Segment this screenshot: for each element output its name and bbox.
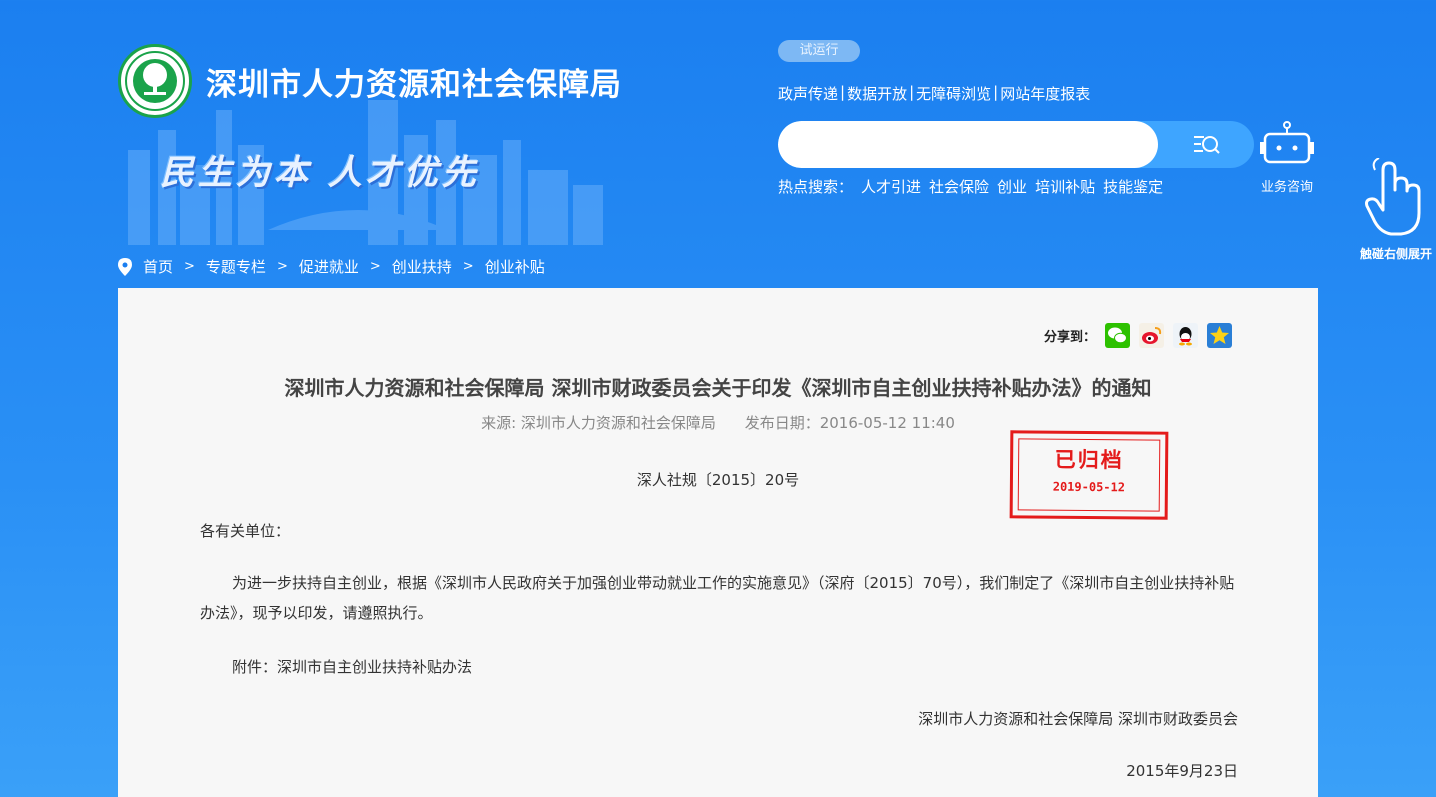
article-meta: 来源: 深圳市人力资源和社会保障局 发布日期：2016-05-12 11:40	[118, 412, 1318, 433]
weibo-icon[interactable]	[1139, 323, 1164, 348]
site-title: 深圳市人力资源和社会保障局	[206, 66, 622, 103]
article-attachment[interactable]: 附件：深圳市自主创业扶持补贴办法	[200, 652, 1238, 682]
side-expand-toggle[interactable]: 触碰右侧展开	[1356, 157, 1436, 262]
site-logo-area[interactable]: 深圳市人力资源和社会保障局	[118, 44, 622, 118]
article-signer: 深圳市人力资源和社会保障局 深圳市财政委员会	[918, 710, 1238, 728]
separator: |	[909, 83, 915, 101]
breadcrumb-arrow: >	[184, 259, 195, 274]
breadcrumb-arrow: >	[462, 259, 474, 274]
separator: |	[840, 83, 846, 101]
search-box	[778, 121, 1254, 168]
breadcrumb-employment[interactable]: 促进就业	[299, 256, 359, 277]
qzone-icon[interactable]	[1207, 323, 1232, 348]
article-source: 来源: 深圳市人力资源和社会保障局	[481, 414, 716, 432]
top-link-policy[interactable]: 政声传递	[778, 83, 838, 104]
share-bar: 分享到：	[1044, 323, 1232, 348]
article-greeting: 各有关单位：	[200, 522, 291, 540]
hand-pointer-icon	[1365, 157, 1421, 236]
article-panel: 分享到： 深圳市人力资源和社会保障局 深圳市财政委员会关于印发《深圳市自主创业扶…	[118, 288, 1318, 797]
breadcrumb-arrow: >	[276, 259, 288, 274]
trial-badge: 试运行	[778, 40, 860, 62]
top-link-open-data[interactable]: 数据开放	[847, 83, 907, 104]
hot-search-startup[interactable]: 创业	[997, 176, 1027, 197]
logo-emblem-icon	[118, 44, 192, 118]
hot-search-insurance[interactable]: 社会保险	[929, 176, 989, 197]
top-link-accessibility[interactable]: 无障碍浏览	[916, 83, 991, 104]
hot-search-label: 热点搜索：	[778, 178, 854, 196]
hot-search-talent[interactable]: 人才引进	[861, 176, 921, 197]
slogan: 民生为本 人才优先	[160, 153, 480, 193]
side-touch-label: 触碰右侧展开	[1359, 247, 1432, 261]
hot-search-training[interactable]: 培训补贴	[1035, 176, 1095, 197]
wechat-icon[interactable]	[1105, 323, 1130, 348]
consult-button[interactable]: 业务咨询	[1255, 120, 1319, 195]
qq-icon[interactable]	[1173, 323, 1198, 348]
article-paragraph: 为进一步扶持自主创业，根据《深圳市人民政府关于加强创业带动就业工作的实施意见》（…	[200, 574, 1235, 622]
share-label: 分享到：	[1043, 330, 1096, 345]
breadcrumb-topics[interactable]: 专题专栏	[206, 256, 266, 277]
breadcrumb-home[interactable]: 首页	[143, 256, 173, 277]
separator: |	[993, 83, 999, 101]
location-pin-icon	[118, 257, 132, 276]
hot-search-skill[interactable]: 技能鉴定	[1103, 176, 1163, 197]
top-links: 政声传递 | 数据开放 | 无障碍浏览 | 网站年度报表	[778, 83, 1090, 104]
breadcrumb-startup-support[interactable]: 创业扶持	[392, 256, 452, 277]
article-title: 深圳市人力资源和社会保障局 深圳市财政委员会关于印发《深圳市自主创业扶持补贴办法…	[284, 376, 1152, 400]
top-link-annual-report[interactable]: 网站年度报表	[1000, 83, 1090, 104]
stamp-title: 已归档	[1054, 447, 1124, 473]
stamp-date: 2019-05-12	[1052, 479, 1126, 495]
consult-label: 业务咨询	[1260, 180, 1313, 195]
robot-icon	[1260, 121, 1314, 164]
breadcrumb-startup-subsidy[interactable]: 创业补贴	[485, 256, 545, 277]
article-sign-date: 2015年9月23日	[1126, 762, 1238, 780]
breadcrumb: 首页 > 专题专栏 > 促进就业 > 创业扶持 > 创业补贴	[118, 256, 545, 277]
search-input[interactable]	[778, 121, 1158, 168]
search-button[interactable]	[1158, 121, 1254, 168]
search-icon	[1194, 135, 1220, 154]
hot-search: 热点搜索： 人才引进 社会保险 创业 培训补贴 技能鉴定	[778, 176, 1163, 197]
archived-stamp: 已归档 2019-05-12	[1009, 430, 1169, 520]
article-publish-date: 发布日期：2016-05-12 11:40	[744, 414, 955, 432]
breadcrumb-arrow: >	[369, 259, 381, 274]
